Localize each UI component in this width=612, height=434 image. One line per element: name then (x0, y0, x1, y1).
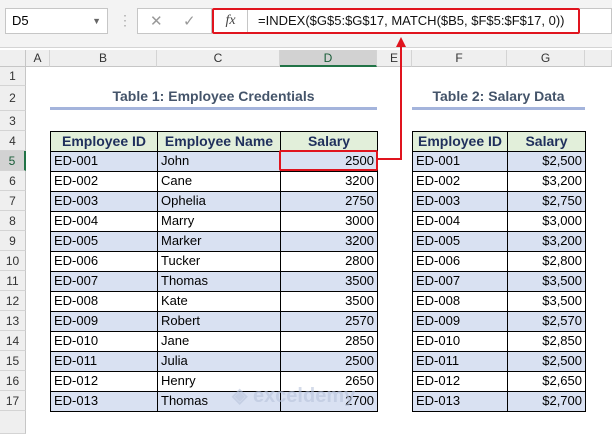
arrow-head-icon (396, 37, 406, 47)
arrow-annotation (378, 37, 406, 160)
selected-cell-highlight (279, 150, 378, 171)
watermark-logo: ◈ exceldemy (232, 385, 356, 407)
arrow-line (378, 44, 402, 160)
